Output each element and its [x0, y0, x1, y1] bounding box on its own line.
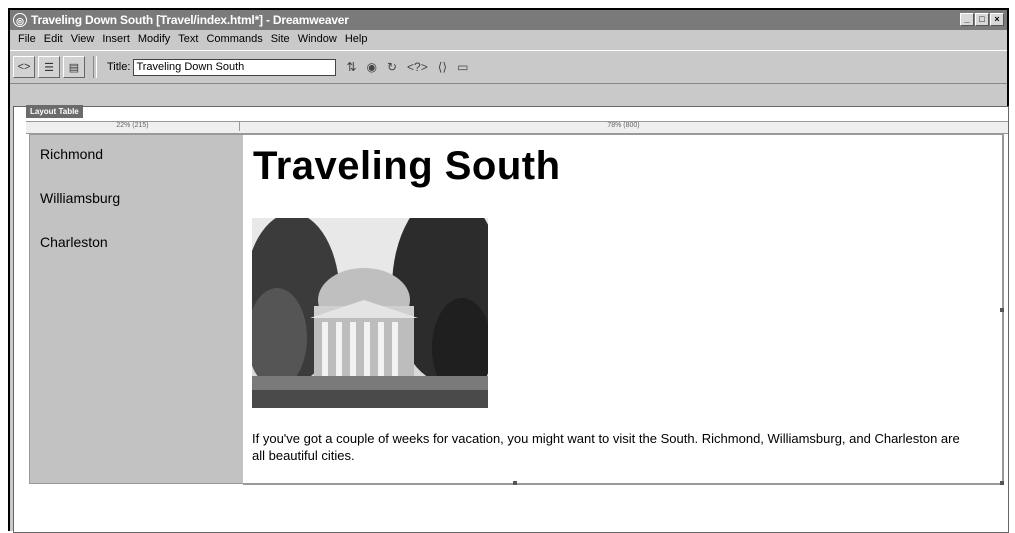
right-column-width-label[interactable]: 78% (800): [239, 122, 1008, 131]
code-view-icon[interactable]: <>: [13, 56, 35, 78]
resize-handle-right[interactable]: [1000, 308, 1004, 312]
menu-modify[interactable]: Modify: [138, 33, 170, 45]
menu-edit[interactable]: Edit: [44, 33, 63, 45]
column-width-header: 22% (215) 78% (800): [26, 121, 1008, 134]
menu-insert[interactable]: Insert: [102, 33, 130, 45]
intro-paragraph: If you've got a couple of weeks for vaca…: [252, 431, 960, 463]
preview-browser-icon[interactable]: ◉: [367, 60, 377, 74]
left-column-width-label[interactable]: 22% (215): [26, 122, 240, 131]
refresh-icon[interactable]: ↻: [387, 60, 397, 74]
file-management-icon[interactable]: ⇅: [346, 60, 356, 74]
rotunda-image: [252, 218, 488, 408]
close-button[interactable]: ×: [990, 13, 1004, 26]
nav-link-richmond[interactable]: Richmond: [40, 146, 103, 162]
menu-view[interactable]: View: [71, 33, 95, 45]
window-title: Traveling Down South [Travel/index.html*…: [31, 13, 349, 27]
design-view-icon[interactable]: ▤: [63, 56, 85, 78]
menu-text[interactable]: Text: [178, 33, 198, 45]
window-controls: _ □ ×: [960, 13, 1004, 26]
rotunda-photo[interactable]: [252, 218, 488, 408]
content-column[interactable]: Traveling South If you've got a couple o…: [243, 134, 1004, 485]
code-navigation-icon[interactable]: <?>: [407, 60, 428, 74]
menu-site[interactable]: Site: [271, 33, 290, 45]
left-nav-column[interactable]: Richmond Williamsburg Charleston: [29, 134, 244, 484]
toolbar-divider: [93, 56, 97, 78]
dreamweaver-window: ◎ Traveling Down South [Travel/index.htm…: [8, 8, 1009, 533]
page-title-input[interactable]: [133, 58, 337, 76]
visual-aids-icon[interactable]: ▭: [457, 60, 468, 74]
view-options-icon[interactable]: ⟨⟩: [438, 60, 447, 74]
document-toolbar: <> ☰ ▤ Title: ⇅ ◉ ↻ <?> ⟨⟩ ▭: [10, 50, 1007, 84]
title-bar[interactable]: ◎ Traveling Down South [Travel/index.htm…: [10, 10, 1007, 30]
menu-file[interactable]: File: [18, 33, 36, 45]
menu-bar: File Edit View Insert Modify Text Comman…: [10, 30, 1007, 48]
maximize-button[interactable]: □: [975, 13, 989, 26]
nav-link-charleston[interactable]: Charleston: [40, 234, 108, 250]
menu-help[interactable]: Help: [345, 33, 368, 45]
menu-window[interactable]: Window: [298, 33, 337, 45]
split-view-icon[interactable]: ☰: [38, 56, 60, 78]
layout-table-tab[interactable]: Layout Table: [26, 105, 83, 118]
title-label: Title:: [107, 61, 131, 73]
resize-handle-bottom[interactable]: [513, 481, 517, 485]
menu-commands[interactable]: Commands: [206, 33, 262, 45]
nav-link-williamsburg[interactable]: Williamsburg: [40, 190, 120, 206]
dreamweaver-app-icon[interactable]: ◎: [13, 13, 27, 27]
minimize-button[interactable]: _: [960, 13, 974, 26]
page-heading: Traveling South: [253, 144, 561, 188]
resize-handle-corner[interactable]: [1000, 481, 1004, 485]
